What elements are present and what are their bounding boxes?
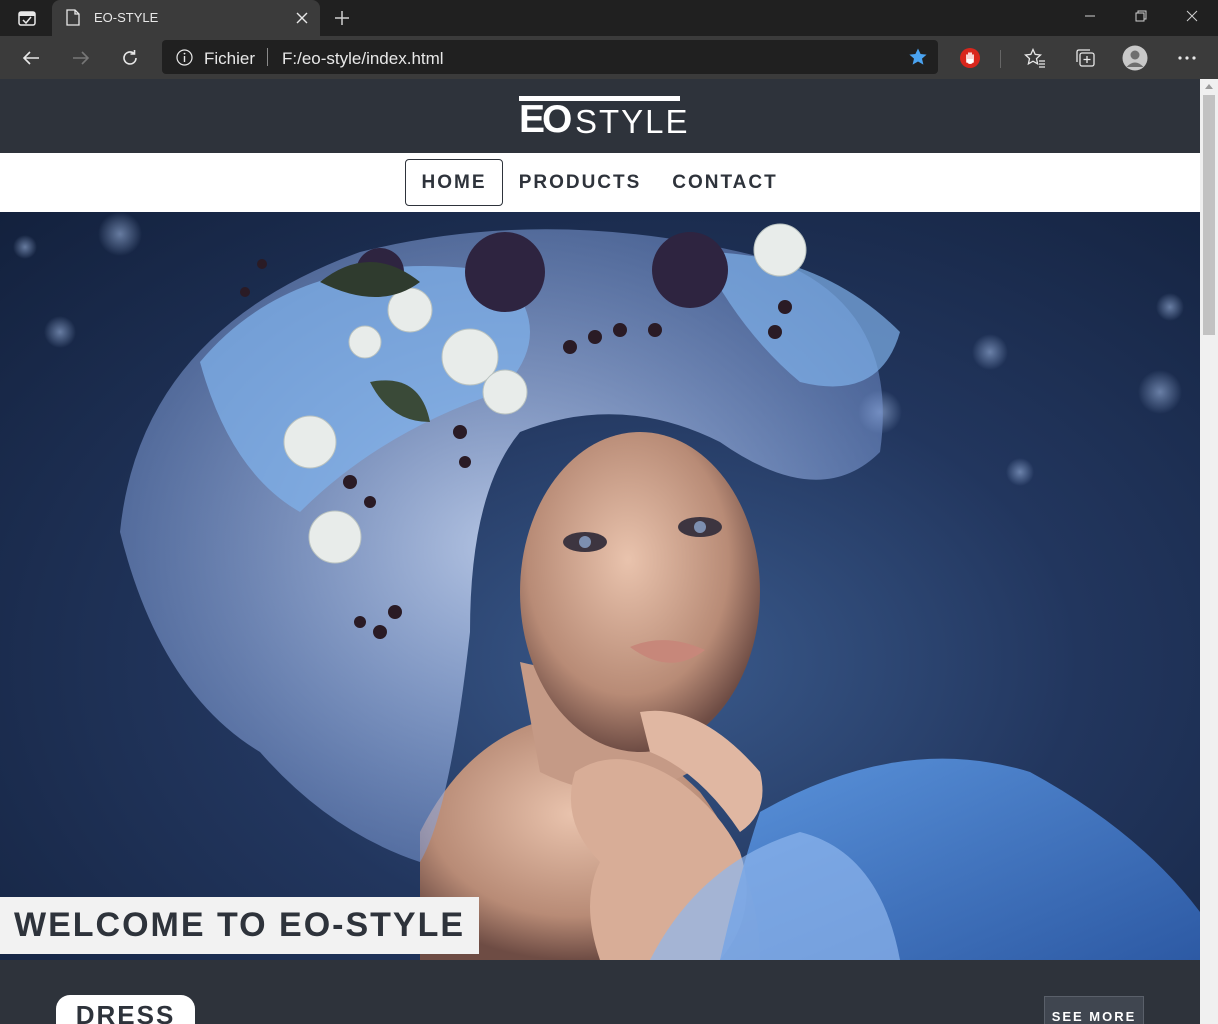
page-icon (66, 9, 80, 26)
profile-button[interactable] (1120, 43, 1150, 73)
close-icon (296, 12, 308, 24)
plus-icon (335, 11, 349, 25)
tab-close-button[interactable] (292, 8, 312, 28)
restore-button[interactable] (1118, 0, 1164, 32)
toolbar-divider (1000, 50, 1001, 68)
browser-tab-active[interactable]: EO-STYLE (52, 0, 320, 36)
star-icon[interactable] (908, 47, 928, 67)
back-button[interactable] (16, 43, 46, 73)
tab-actions-icon (18, 11, 36, 26)
nav-products[interactable]: PRODUCTS (512, 159, 648, 206)
main-navigation: HOME PRODUCTS CONTACT (0, 153, 1200, 212)
refresh-icon (123, 50, 137, 65)
tab-title: EO-STYLE (94, 10, 159, 25)
favorites-button[interactable] (1020, 43, 1050, 73)
restore-icon (1135, 10, 1147, 22)
dress-section: DRESS SEE MORE (0, 960, 1200, 1024)
address-bar[interactable]: Fichier F:/eo-style/index.html (162, 40, 938, 74)
favorites-icon (1024, 48, 1045, 68)
tab-actions-button[interactable] (10, 6, 44, 30)
refresh-button[interactable] (115, 43, 145, 73)
collections-button[interactable] (1070, 43, 1100, 73)
close-icon (1186, 10, 1198, 22)
hero-caption: WELCOME TO EO-STYLE (0, 897, 480, 954)
info-icon (176, 49, 193, 66)
extension-button[interactable] (955, 43, 985, 73)
forward-button[interactable] (66, 43, 96, 73)
collections-icon (1076, 49, 1095, 67)
browser-toolbar: Fichier F:/eo-style/index.html (0, 36, 1218, 79)
new-tab-button[interactable] (330, 6, 354, 30)
site-header: EO STYLE (0, 79, 1200, 153)
section-title: DRESS (56, 995, 195, 1024)
page-scrollbar[interactable] (1200, 79, 1218, 1024)
see-more-button[interactable]: SEE MORE (1044, 996, 1144, 1024)
nav-home[interactable]: HOME (405, 159, 503, 206)
minimize-button[interactable] (1067, 0, 1113, 32)
address-divider (267, 48, 268, 66)
minimize-icon (1085, 15, 1095, 17)
site-logo[interactable]: EO STYLE (519, 96, 688, 141)
more-icon (1178, 56, 1196, 60)
logo-text-light: STYLE (575, 103, 690, 140)
page-viewport: EO STYLE HOME PRODUCTS CONTACT WELCOME T… (0, 79, 1200, 1024)
forward-arrow-icon (73, 51, 90, 65)
scroll-up-arrow-icon[interactable] (1205, 84, 1213, 89)
window-close-button[interactable] (1169, 0, 1215, 32)
nav-contact[interactable]: CONTACT (665, 159, 785, 206)
profile-icon (1122, 45, 1148, 71)
scrollbar-thumb[interactable] (1203, 95, 1215, 335)
address-scheme: Fichier (204, 49, 256, 68)
back-arrow-icon (22, 51, 39, 65)
address-url[interactable]: F:/eo-style/index.html (282, 49, 444, 69)
stop-hand-icon (960, 48, 980, 68)
logo-text-bold: EO (519, 98, 572, 141)
hero-image (13, 212, 1200, 960)
more-button[interactable] (1172, 43, 1202, 73)
hero-banner: WELCOME TO EO-STYLE (0, 212, 1200, 960)
browser-titlebar: EO-STYLE (0, 0, 1218, 36)
